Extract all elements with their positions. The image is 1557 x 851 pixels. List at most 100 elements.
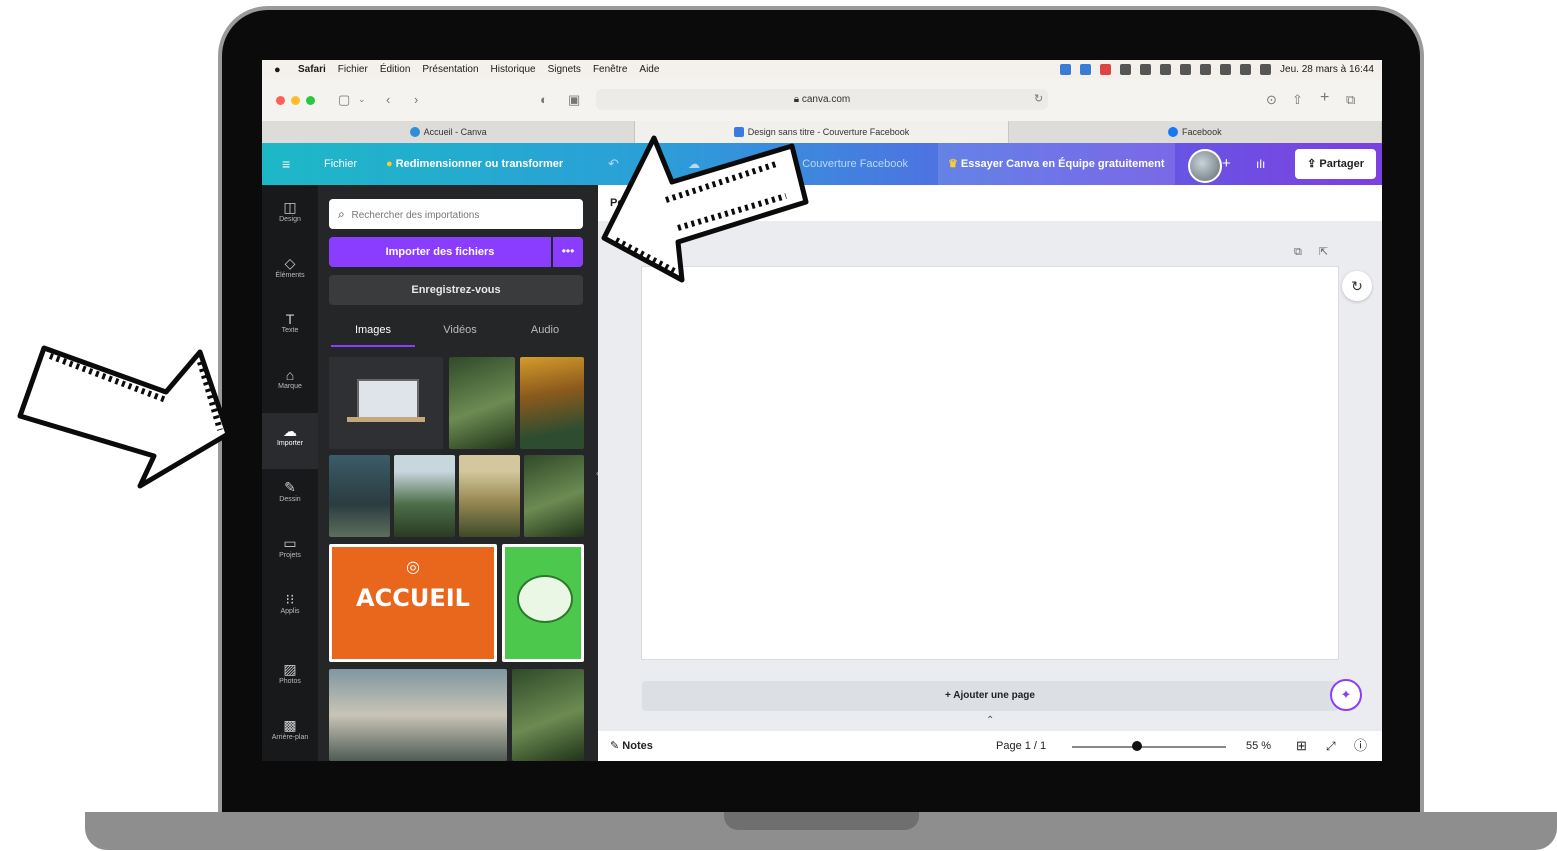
tab-accueil[interactable]: Accueil - Canva [262,121,636,143]
zoom-level[interactable]: 55 % [1246,731,1271,761]
thumbnail-poster[interactable] [524,455,584,537]
menu-safari[interactable]: Safari [298,64,326,75]
thumbnail-poster[interactable] [459,455,520,537]
app-icon[interactable] [1120,64,1132,75]
menu-historique[interactable]: Historique [491,64,536,75]
tab-videos[interactable]: Vidéos [418,315,502,345]
tab-audio[interactable]: Audio [503,315,587,345]
app-icon[interactable] [1060,64,1072,75]
sidebar-label: Photos [279,678,301,685]
zoom-slider[interactable] [1072,746,1226,748]
spotlight-icon[interactable] [1240,64,1252,75]
keyboard-icon[interactable] [1180,64,1192,75]
help-icon[interactable]: ⓘ [1354,731,1367,761]
menu-aide[interactable]: Aide [639,64,659,75]
thumbnail-frog-poster[interactable] [502,544,584,662]
control-center-icon[interactable] [1260,64,1272,75]
annotation-arrow-left [17,345,231,489]
leaf-icon: ◎ [406,557,420,576]
sidebar-item-uploads[interactable]: ☁ Importer [262,413,318,469]
thumbnail-laptop[interactable] [329,357,443,449]
sidebar-item-background[interactable]: ▩ Arrière-plan [262,707,318,761]
sidebar-item-brand[interactable]: ⌂ Marque [262,357,318,413]
minimize-window-icon[interactable] [291,96,300,105]
tab-overview-icon[interactable]: ⧉ [1346,92,1355,108]
page-indicator[interactable]: Page 1 / 1 [996,731,1046,761]
accueil-text: ACCUEIL [356,584,470,612]
sidebar-item-text[interactable]: T Texte [262,301,318,357]
insights-icon[interactable]: ılı [1256,143,1265,185]
add-page-icon[interactable]: ⇱ [1319,246,1328,258]
zoom-window-icon[interactable] [306,96,315,105]
magic-sparkle-icon[interactable]: ✦ [1330,679,1362,711]
back-icon[interactable]: ‹ [386,92,390,107]
thumbnail-poster[interactable] [449,357,515,449]
trial-button[interactable]: ♛ Essayer Canva en Équipe gratuitement [938,143,1175,185]
thumbnail-poster[interactable] [394,455,455,537]
apple-icon[interactable]: ● [274,64,286,76]
sidebar-item-design[interactable]: ◫ Design [262,189,318,245]
tab-images[interactable]: Images [331,315,415,347]
file-menu[interactable]: Fichier [324,143,357,185]
status-icons: Jeu. 28 mars à 16:44 [1060,60,1374,79]
duplicate-page-icon[interactable]: ⧉ [1294,246,1302,258]
zoom-slider-handle[interactable] [1131,741,1142,751]
pattern-icon: ▩ [283,717,297,733]
thumbnail-poster[interactable] [512,669,584,761]
sidebar-item-apps[interactable]: ⁝⁝ Applis [262,581,318,637]
tab-facebook[interactable]: Facebook [1009,121,1382,143]
sidebar-item-photos[interactable]: ▨ Photos [262,651,318,707]
avatar[interactable] [1188,149,1222,183]
download-icon[interactable]: ⊙ [1266,92,1277,108]
add-page-button[interactable]: + Ajouter une page [642,681,1338,711]
menu-fichier[interactable]: Fichier [338,64,368,75]
grid-view-icon[interactable]: ⊞ [1296,731,1307,761]
notes-button[interactable]: ✎ Notes [610,731,653,761]
forward-icon[interactable]: › [414,92,418,107]
app-icon[interactable] [1100,64,1112,75]
menu-signets[interactable]: Signets [548,64,581,75]
share-icon[interactable]: ⇧ [1292,92,1303,108]
signup-button[interactable]: Enregistrez-vous [329,275,583,305]
brand-icon: ⌂ [285,367,295,383]
address-bar[interactable]: 🔒︎ canva.com [596,89,1048,110]
pen-icon: ✎ [284,479,296,495]
canva-header: ≡ Fichier ● Redimensionner ou transforme… [262,143,1382,185]
fullscreen-icon[interactable]: ⤢ [1326,731,1336,761]
new-tab-icon[interactable]: + [1320,89,1329,107]
shield-icon[interactable]: ◐ [540,92,548,107]
add-member-icon[interactable]: + [1222,143,1231,185]
search-input[interactable]: ⌕ Rechercher des importations [329,199,583,229]
sidebar-toggle-icon[interactable]: ▢ [338,92,350,108]
menu-edition[interactable]: Édition [380,64,411,75]
app-icon[interactable] [1080,64,1092,75]
resize-button[interactable]: ● Redimensionner ou transformer [386,143,563,185]
menu-presentation[interactable]: Présentation [422,64,478,75]
menu-icon[interactable]: ≡ [282,143,290,185]
close-window-icon[interactable] [276,96,285,105]
thumbnail-poster[interactable] [520,357,584,449]
thumbnail-poster[interactable] [329,455,390,537]
sidebar-item-elements[interactable]: ◇ Éléments [262,245,318,301]
refresh-icon[interactable]: ↻ [1342,271,1372,301]
thumbnail-lake[interactable] [329,669,507,761]
notion-icon[interactable]: ▣ [568,92,580,108]
import-files-button[interactable]: Importer des fichiers [329,237,551,267]
wifi-icon[interactable] [1220,64,1232,75]
battery-icon[interactable] [1200,64,1212,75]
clock-app-icon[interactable] [1140,64,1152,75]
sidebar-item-draw[interactable]: ✎ Dessin [262,469,318,525]
bluetooth-icon[interactable] [1160,64,1172,75]
chevron-up-icon[interactable]: ⌃ [986,715,994,726]
apps-grid-icon: ⁝⁝ [285,591,295,607]
menubar-clock[interactable]: Jeu. 28 mars à 16:44 [1280,64,1374,75]
design-canvas[interactable] [642,267,1338,659]
more-options-button[interactable]: ••• [553,237,583,267]
sidebar-item-projects[interactable]: ▭ Projets [262,525,318,581]
share-button[interactable]: ⇪ Partager [1295,149,1376,179]
annotation-arrow-top [601,135,809,283]
chevron-down-icon[interactable]: ⌄ [358,94,366,105]
reload-icon[interactable]: ↻ [1034,92,1043,105]
menu-fenetre[interactable]: Fenêtre [593,64,627,75]
thumbnail-accueil[interactable]: ◎ ACCUEIL [329,544,497,662]
